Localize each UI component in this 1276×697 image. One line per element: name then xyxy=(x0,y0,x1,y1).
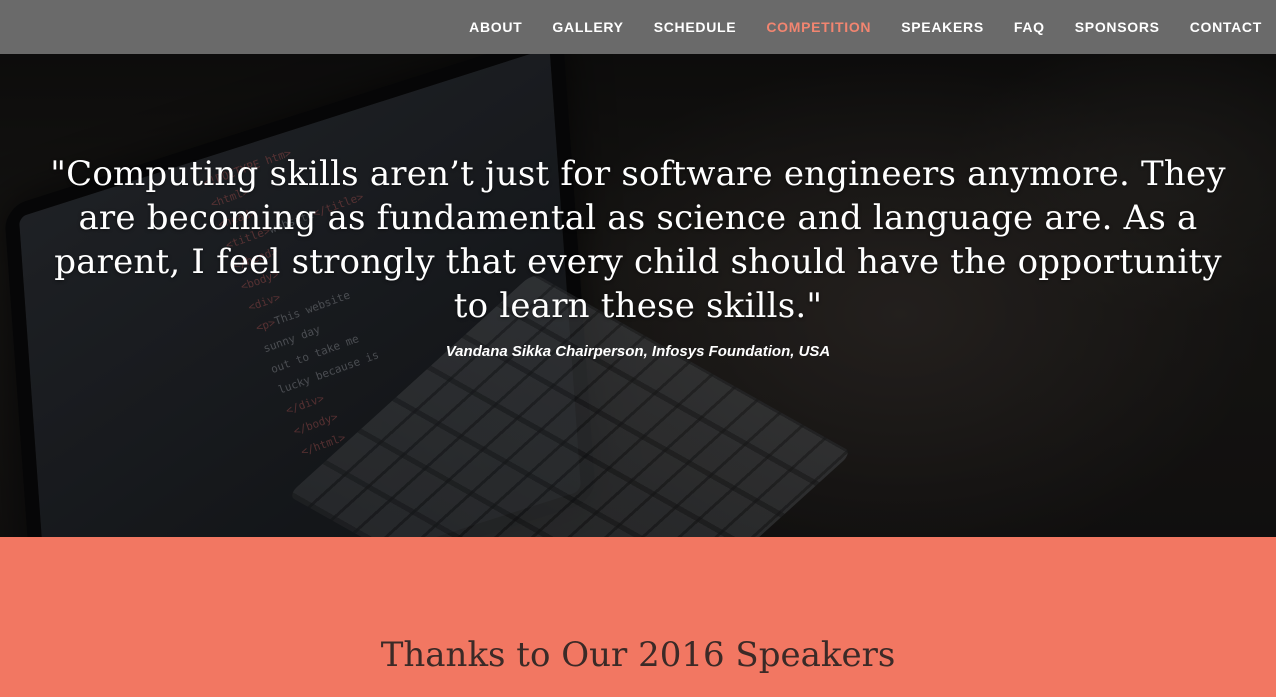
speakers-section: Thanks to Our 2016 Speakers xyxy=(0,537,1276,697)
nav-about[interactable]: ABOUT xyxy=(469,19,522,35)
nav-schedule[interactable]: SCHEDULE xyxy=(654,19,737,35)
nav-sponsors[interactable]: SPONSORS xyxy=(1075,19,1160,35)
speakers-heading: Thanks to Our 2016 Speakers xyxy=(380,635,896,675)
hero-banner: <!DOCTYPE htm> <html> <head> <title>webs… xyxy=(0,54,1276,537)
nav-faq[interactable]: FAQ xyxy=(1014,19,1045,35)
top-navbar: ABOUT GALLERY SCHEDULE COMPETITION SPEAK… xyxy=(0,0,1276,54)
nav-competition[interactable]: COMPETITION xyxy=(766,19,871,35)
nav-contact[interactable]: CONTACT xyxy=(1190,19,1262,35)
quote-attribution: Vandana Sikka Chairperson, Infosys Found… xyxy=(445,343,831,360)
nav-speakers[interactable]: SPEAKERS xyxy=(901,19,984,35)
nav-menu: ABOUT GALLERY SCHEDULE COMPETITION SPEAK… xyxy=(439,0,1262,54)
nav-gallery[interactable]: GALLERY xyxy=(552,19,623,35)
hero-quote: "Computing skills aren’t just for softwa… xyxy=(50,154,1226,326)
